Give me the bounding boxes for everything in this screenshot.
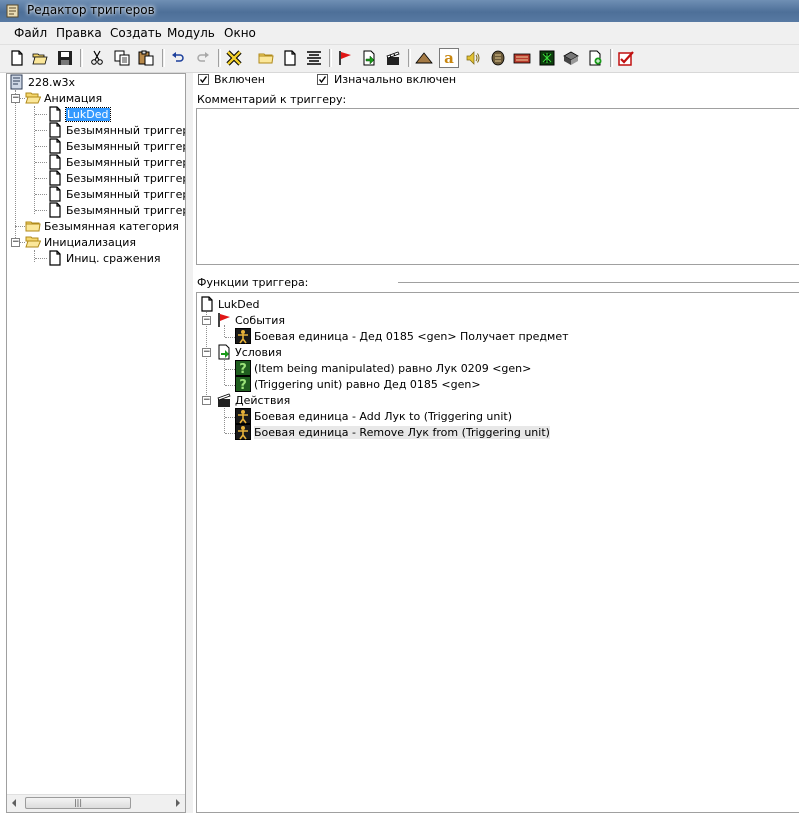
action-clapper-icon[interactable] <box>383 48 403 68</box>
trigger-details: Включен Изначально включен Комментарий к… <box>193 73 799 813</box>
unit-icon <box>235 408 251 424</box>
menu-edit[interactable]: Правка <box>54 26 104 40</box>
enabled-checkbox[interactable] <box>198 74 209 85</box>
trigger-doc-icon <box>47 186 63 202</box>
category-animation[interactable]: Анимация <box>25 90 102 106</box>
trigger-name-node[interactable]: LukDed <box>199 296 260 312</box>
toolbar: a <box>0 45 799 73</box>
trigger-doc-icon <box>47 202 63 218</box>
event-flag-icon[interactable] <box>335 48 355 68</box>
trigger-doc-icon <box>199 296 215 312</box>
trigger-doc-icon <box>47 154 63 170</box>
trigger-item[interactable]: Безымянный триггер 0 <box>47 170 185 186</box>
condition-icon <box>218 344 230 360</box>
trigger-item[interactable]: Безымянный триггер 0 <box>47 122 185 138</box>
trigger-doc-icon <box>47 122 63 138</box>
expander-minus[interactable]: − <box>11 238 20 247</box>
conditions-node[interactable]: Условия <box>216 344 282 360</box>
condition-icon[interactable] <box>359 48 379 68</box>
folder-open-icon <box>25 90 41 106</box>
menu-create[interactable]: Создать <box>108 26 164 40</box>
pane-splitter[interactable] <box>186 73 193 813</box>
menu-bar: Файл Правка Создать Модуль Окно <box>0 22 799 45</box>
sound-editor-icon[interactable] <box>463 48 483 68</box>
action-item[interactable]: Боевая единица - Add Лук to (Triggering … <box>235 408 512 424</box>
functions-tree[interactable]: LukDed − События Боевая единица - Дед 01… <box>196 292 799 813</box>
svg-text:a: a <box>444 50 454 66</box>
functions-label: Функции триггера: <box>197 276 309 289</box>
object-editor-icon[interactable] <box>488 48 508 68</box>
folder-open-icon <box>25 234 41 250</box>
new-category-icon[interactable] <box>256 48 276 68</box>
actions-node[interactable]: Действия <box>216 392 290 408</box>
test-map-icon[interactable] <box>616 48 636 68</box>
trigger-item-init[interactable]: Иниц. сражения <box>47 250 160 266</box>
redo-icon[interactable] <box>193 48 213 68</box>
trigger-item[interactable]: Безымянный триггер 0 <box>47 154 185 170</box>
new-icon[interactable] <box>7 48 27 68</box>
new-object-icon[interactable] <box>585 48 605 68</box>
save-icon[interactable] <box>55 48 75 68</box>
paste-icon[interactable] <box>136 48 156 68</box>
trigger-item[interactable]: Безымянный триггер 0 <box>47 138 185 154</box>
new-trigger-icon[interactable] <box>280 48 300 68</box>
initially-on-label: Изначально включен <box>334 73 457 86</box>
campaign-editor-icon[interactable] <box>512 48 532 68</box>
scroll-right-arrow-icon[interactable] <box>176 799 180 807</box>
scroll-left-arrow-icon[interactable] <box>12 799 16 807</box>
expander-minus[interactable]: − <box>202 348 211 357</box>
folder-icon <box>25 218 41 234</box>
condition-item[interactable]: (Triggering unit) равно Дед 0185 <gen> <box>235 376 481 392</box>
tree-root[interactable]: 228.w3x <box>9 74 75 90</box>
import-manager-icon[interactable] <box>561 48 581 68</box>
trigger-doc-icon <box>47 170 63 186</box>
unit-icon <box>235 424 251 440</box>
trigger-item[interactable]: Безымянный триггер 0 <box>47 186 185 202</box>
initially-on-checkbox[interactable] <box>317 74 328 85</box>
action-item[interactable]: Боевая единица - Remove Лук from (Trigge… <box>235 424 550 440</box>
unit-icon <box>235 328 251 344</box>
enabled-label: Включен <box>214 73 265 86</box>
text-editor-icon[interactable]: a <box>439 48 459 68</box>
events-node[interactable]: События <box>216 312 285 328</box>
copy-icon[interactable] <box>112 48 132 68</box>
comment-label: Комментарий к триггеру: <box>197 93 347 106</box>
delete-x-icon[interactable] <box>224 48 244 68</box>
ai-editor-icon[interactable] <box>537 48 557 68</box>
menu-window[interactable]: Окно <box>222 26 258 40</box>
question-icon <box>235 376 251 392</box>
scroll-icon <box>6 4 19 18</box>
terrain-editor-icon[interactable] <box>414 48 434 68</box>
cut-icon[interactable] <box>87 48 107 68</box>
trigger-doc-icon <box>47 106 63 122</box>
condition-item[interactable]: (Item being manipulated) равно Лук 0209 … <box>235 360 531 376</box>
comment-textarea[interactable] <box>196 108 799 265</box>
trigger-doc-icon <box>47 250 63 266</box>
title-bar: Редактор триггеров <box>0 0 799 22</box>
category-initialization[interactable]: Инициализация <box>25 234 136 250</box>
trigger-item[interactable]: Безымянный триггер 0 <box>47 202 185 218</box>
new-comment-icon[interactable] <box>304 48 324 68</box>
expander-minus[interactable]: − <box>202 316 211 325</box>
menu-file[interactable]: Файл <box>12 26 49 40</box>
category-unnamed[interactable]: Безымянная категория <box>25 218 179 234</box>
map-scroll-icon <box>10 74 23 90</box>
scroll-thumb[interactable]: ||| <box>25 797 131 809</box>
action-clapper-icon <box>217 393 231 407</box>
trigger-doc-icon <box>47 138 63 154</box>
event-item[interactable]: Боевая единица - Дед 0185 <gen> Получает… <box>235 328 569 344</box>
trigger-item-lukded[interactable]: LukDed <box>47 106 111 122</box>
window-title: Редактор триггеров <box>27 3 155 17</box>
open-icon[interactable] <box>30 48 50 68</box>
expander-minus[interactable]: − <box>202 396 211 405</box>
horizontal-scrollbar[interactable]: ||| <box>7 794 185 812</box>
trigger-tree[interactable]: 228.w3x − Анимация LukDed Безымянный три… <box>6 73 186 813</box>
menu-module[interactable]: Модуль <box>165 26 217 40</box>
question-icon <box>235 360 251 376</box>
expander-minus[interactable]: − <box>11 94 20 103</box>
event-flag-icon <box>218 313 230 327</box>
undo-icon[interactable] <box>168 48 188 68</box>
